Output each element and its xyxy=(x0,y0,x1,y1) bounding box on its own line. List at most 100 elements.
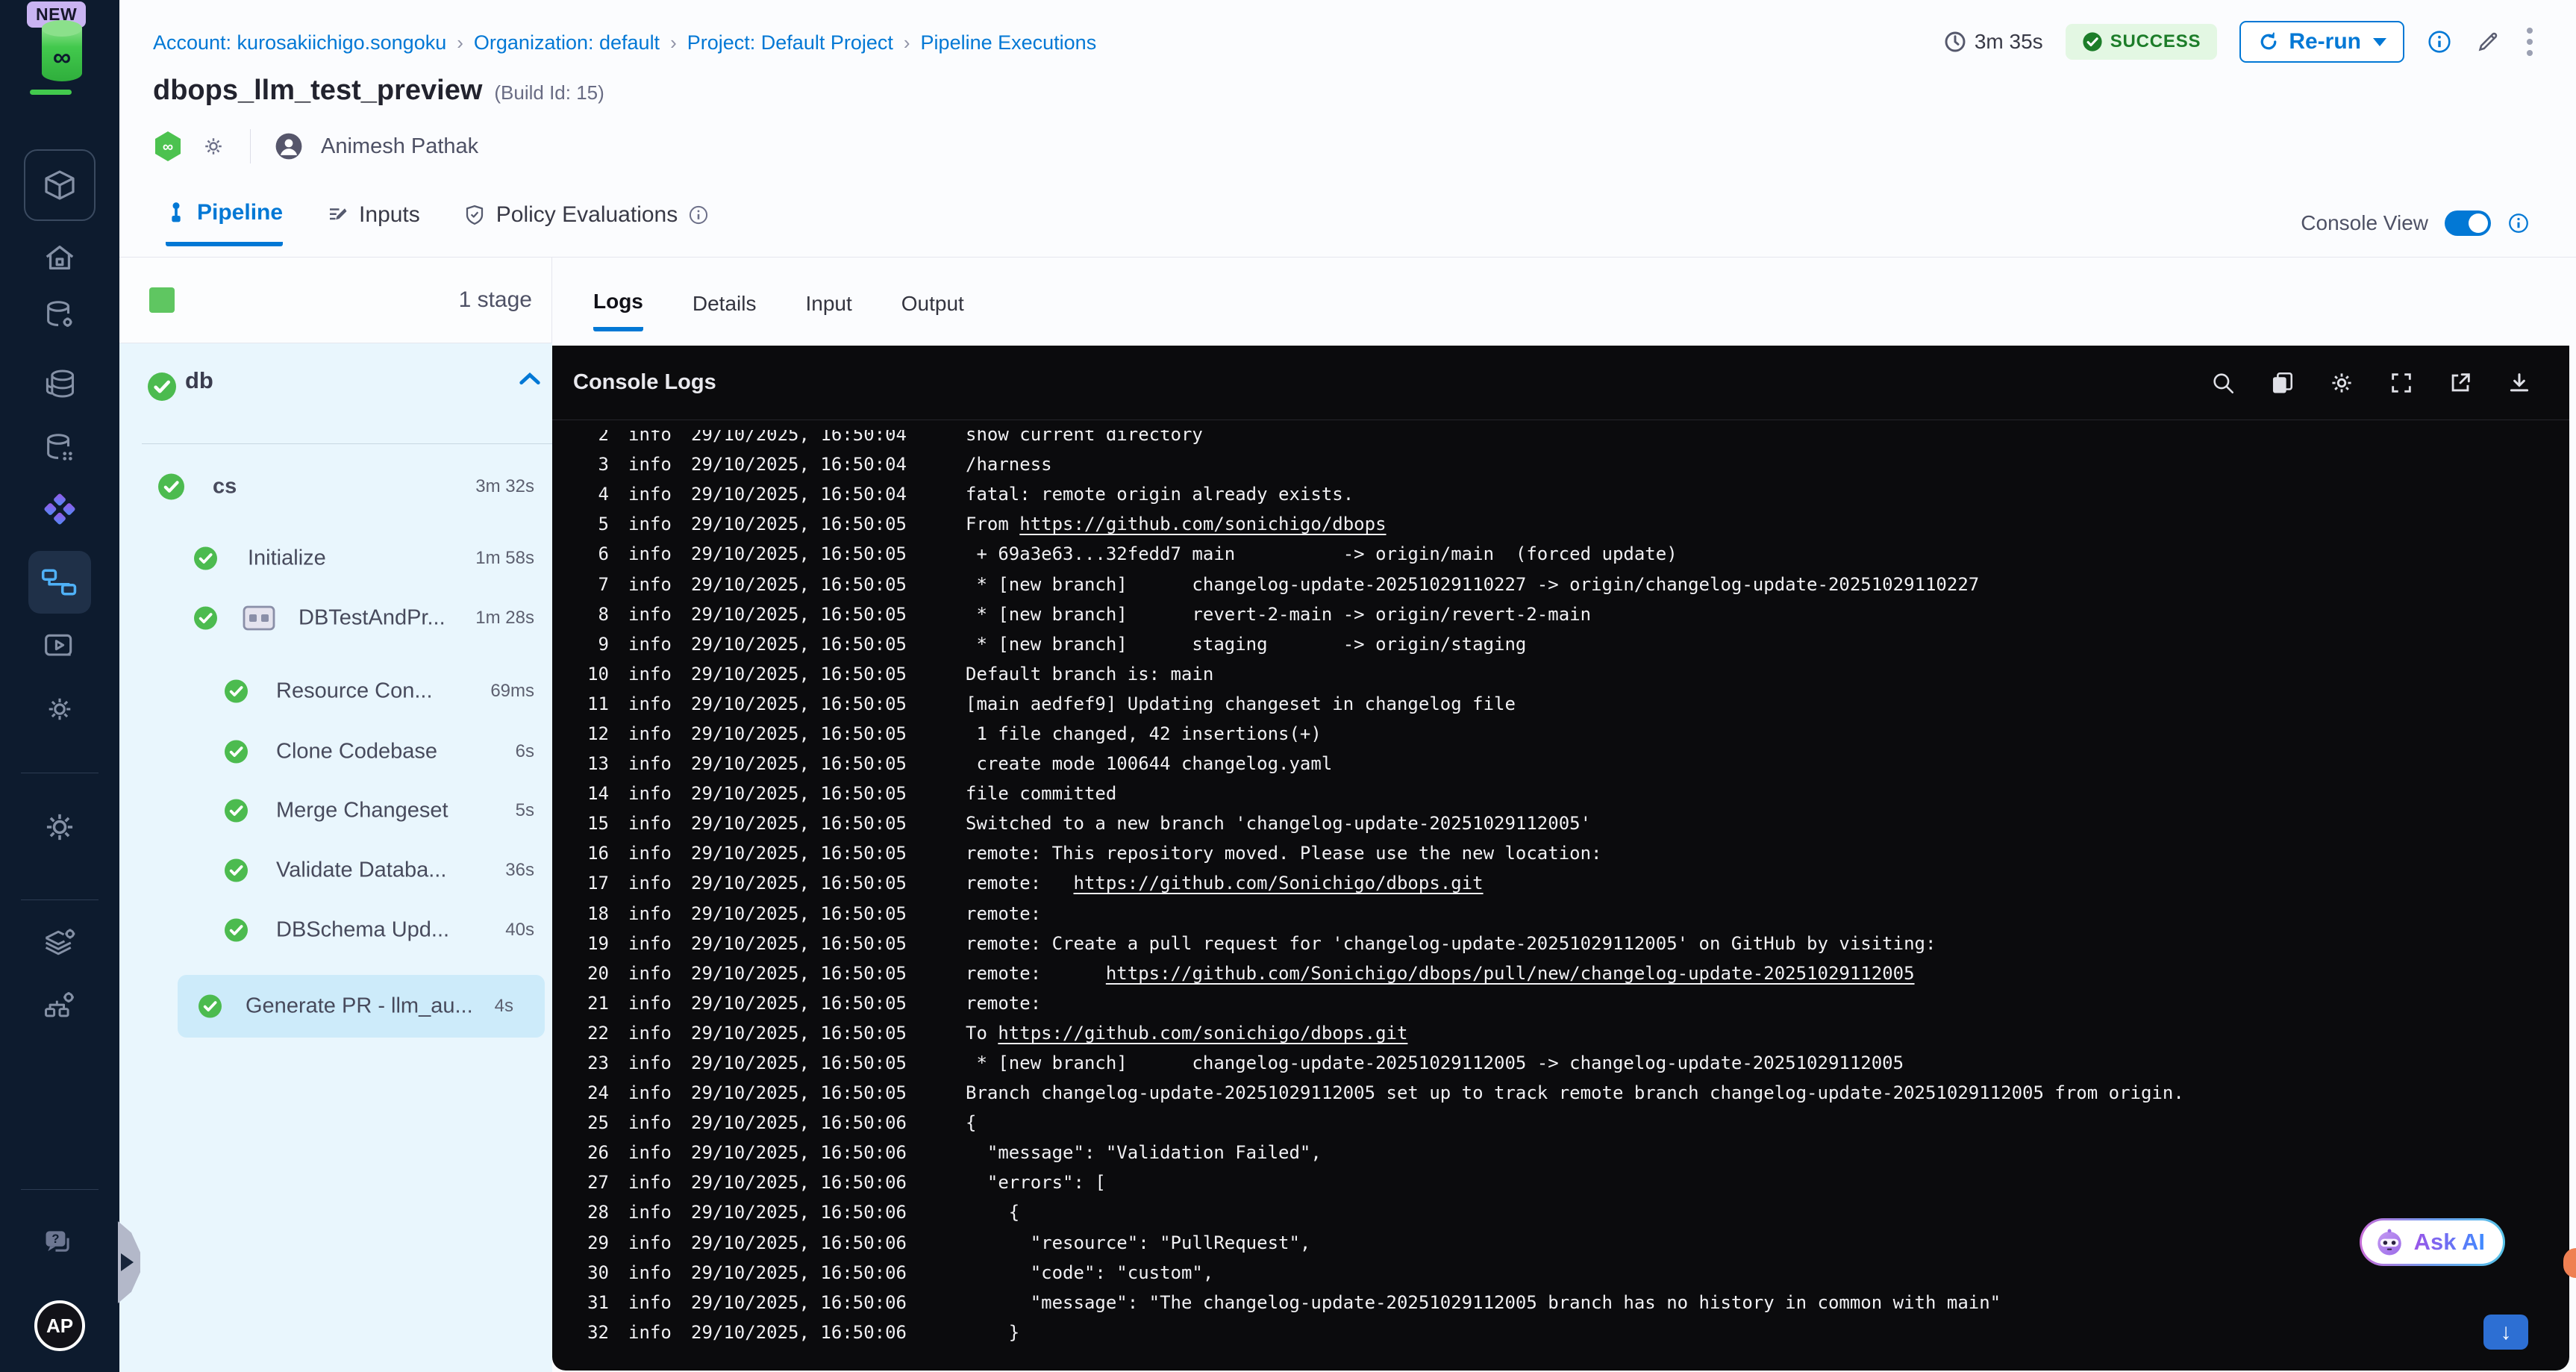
sidebar-item-pipelines-active[interactable] xyxy=(28,551,91,614)
log-line-number: 8 xyxy=(598,603,609,625)
step-row[interactable]: DBTestAndPr... 1m 28s xyxy=(119,589,552,647)
sidebar-item-db-settings[interactable] xyxy=(0,294,119,336)
log-level: info xyxy=(628,514,672,535)
log-line-number: 14 xyxy=(587,783,609,805)
log-message: remote: This repository moved. Please us… xyxy=(966,843,1602,864)
log-line: 6 info 29/10/2025, 16:50:05 + 69a3e63...32… xyxy=(552,539,2569,569)
success-check-icon xyxy=(158,473,184,500)
ask-ai-button[interactable]: Ask AI xyxy=(2359,1218,2505,1266)
module-underline xyxy=(30,90,72,95)
log-line: 5 info 29/10/2025, 16:50:05 From https://gi… xyxy=(552,509,2569,539)
log-link[interactable]: https://github.com/Sonichigo/dbops.git xyxy=(1074,873,1484,894)
sidebar-item-db-stack[interactable] xyxy=(0,363,119,405)
step-row[interactable]: Resource Con... 69ms xyxy=(119,662,552,720)
stage-group-db[interactable]: db xyxy=(119,351,552,408)
open-in-new-icon[interactable] xyxy=(2448,370,2473,396)
scroll-to-bottom-button[interactable]: ↓ xyxy=(2483,1315,2528,1350)
step-row[interactable]: Merge Changeset 5s xyxy=(119,782,552,840)
log-line-number: 4 xyxy=(598,484,609,505)
success-check-icon xyxy=(225,679,248,703)
sidebar-item-idp[interactable] xyxy=(0,488,119,530)
harness-dbops-logo-icon[interactable]: ∞ xyxy=(39,19,85,82)
sidebar-item-help[interactable]: ? xyxy=(0,1223,119,1265)
log-tab-input[interactable]: Input xyxy=(805,292,851,329)
log-link[interactable]: https://github.com/sonichigo/dbops.git xyxy=(998,1023,1407,1044)
inputs-tab-icon xyxy=(330,208,347,220)
log-tab-output[interactable]: Output xyxy=(901,292,964,329)
sidebar-item-account-resources[interactable] xyxy=(0,922,119,964)
step-row[interactable]: Initialize 1m 58s xyxy=(119,529,552,587)
user-avatar[interactable]: AP xyxy=(34,1300,85,1351)
log-message: Default branch is: main xyxy=(966,663,1214,685)
breadcrumb-link[interactable]: Project: Default Project xyxy=(687,31,893,54)
tab-inputs[interactable]: Inputs xyxy=(326,202,420,244)
execution-header-actions: 3m 35s SUCCESS Re-run xyxy=(1943,18,2536,66)
step-row[interactable]: Generate PR - llm_au... 4s xyxy=(119,977,552,1035)
breadcrumb-link[interactable]: Organization: default xyxy=(474,31,660,54)
log-line-number: 13 xyxy=(587,753,609,775)
log-line-number: 26 xyxy=(587,1142,609,1164)
log-line: 30 info 29/10/2025, 16:50:06 "code": "cust… xyxy=(552,1258,2569,1288)
info-icon[interactable] xyxy=(2427,29,2452,54)
log-level: info xyxy=(628,573,672,595)
log-level: info xyxy=(628,603,672,625)
log-level: info xyxy=(628,484,672,505)
breadcrumb-separator: › xyxy=(903,31,910,54)
page-title: dbops_llm_test_preview xyxy=(153,75,483,106)
log-tab-details[interactable]: Details xyxy=(693,292,757,329)
console-view-toggle[interactable] xyxy=(2445,211,2491,236)
sidebar-item-executions[interactable] xyxy=(0,626,119,667)
fullscreen-icon[interactable] xyxy=(2389,370,2414,396)
search-icon[interactable] xyxy=(2210,370,2236,396)
log-timestamp: 29/10/2025, 16:50:05 xyxy=(691,633,907,655)
home-icon xyxy=(46,246,74,270)
rerun-button[interactable]: Re-run xyxy=(2239,21,2404,63)
layers-gear-icon xyxy=(45,929,75,955)
sidebar-item-home[interactable] xyxy=(0,237,119,279)
log-message: fatal: remote origin already exists. xyxy=(966,484,1354,505)
tab-policy-evaluations[interactable]: Policy Evaluations xyxy=(463,202,709,244)
log-level: info xyxy=(628,1082,672,1104)
more-options-button[interactable] xyxy=(2524,25,2536,59)
author-avatar xyxy=(275,133,302,160)
step-row[interactable]: Clone Codebase 6s xyxy=(119,723,552,781)
settings-gear-icon[interactable] xyxy=(2328,369,2355,396)
log-line: 24 info 29/10/2025, 16:50:05 Branch changel… xyxy=(552,1078,2569,1108)
sidebar-item-db-ops[interactable] xyxy=(0,427,119,469)
log-link[interactable]: https://github.com/sonichigo/dbops xyxy=(1019,514,1386,534)
log-timestamp: 29/10/2025, 16:50:05 xyxy=(691,1053,907,1074)
log-level: info xyxy=(628,843,672,864)
edit-pencil-icon[interactable] xyxy=(2475,28,2501,55)
log-level: info xyxy=(628,1112,672,1134)
log-line-number: 28 xyxy=(587,1202,609,1223)
log-timestamp: 29/10/2025, 16:50:04 xyxy=(691,430,907,446)
breadcrumb-link[interactable]: Account: kurosakiichigo.songoku xyxy=(153,31,446,54)
breadcrumb-link[interactable]: Pipeline Executions xyxy=(921,31,1097,54)
step-row[interactable]: Validate Databa... 36s xyxy=(119,841,552,899)
log-tab-logs[interactable]: Logs xyxy=(593,290,643,331)
log-level: info xyxy=(628,430,672,446)
log-line: 29 info 29/10/2025, 16:50:06 "resource": "… xyxy=(552,1228,2569,1258)
log-line-number: 23 xyxy=(587,1053,609,1074)
step-row[interactable]: DBSchema Upd... 40s xyxy=(119,901,552,959)
log-line: 22 info 29/10/2025, 16:50:05 To https://git… xyxy=(552,1018,2569,1048)
module-selector[interactable] xyxy=(24,149,96,221)
info-icon[interactable] xyxy=(2507,212,2530,234)
sidebar-item-project-settings[interactable] xyxy=(0,806,119,848)
sidebar-item-org-settings[interactable] xyxy=(0,985,119,1027)
pipeline-settings-gear-icon[interactable] xyxy=(201,134,226,159)
execution-graph: db cs 3m 32s Initialize 1m 58s DBTestAndPr… xyxy=(119,343,552,1372)
stage-row-cs[interactable]: cs 3m 32s xyxy=(119,458,552,516)
download-icon[interactable] xyxy=(2507,370,2532,396)
tab-pipeline[interactable]: Pipeline xyxy=(166,200,284,246)
chevron-up-icon[interactable] xyxy=(519,370,541,387)
stage-duration: 3m 32s xyxy=(475,476,534,496)
info-icon[interactable] xyxy=(688,205,709,225)
executions-icon xyxy=(45,634,72,656)
sidebar-item-pipeline-settings[interactable] xyxy=(0,688,119,730)
copy-icon[interactable] xyxy=(2269,370,2295,396)
log-scroll-viewport[interactable]: 2 info 29/10/2025, 16:50:04 show current di… xyxy=(552,430,2569,1371)
log-pane-tabs: Logs Details Input Output xyxy=(593,290,964,331)
log-timestamp: 29/10/2025, 16:50:06 xyxy=(691,1291,907,1313)
log-link[interactable]: https://github.com/Sonichigo/dbops/pull/… xyxy=(1106,963,1915,984)
